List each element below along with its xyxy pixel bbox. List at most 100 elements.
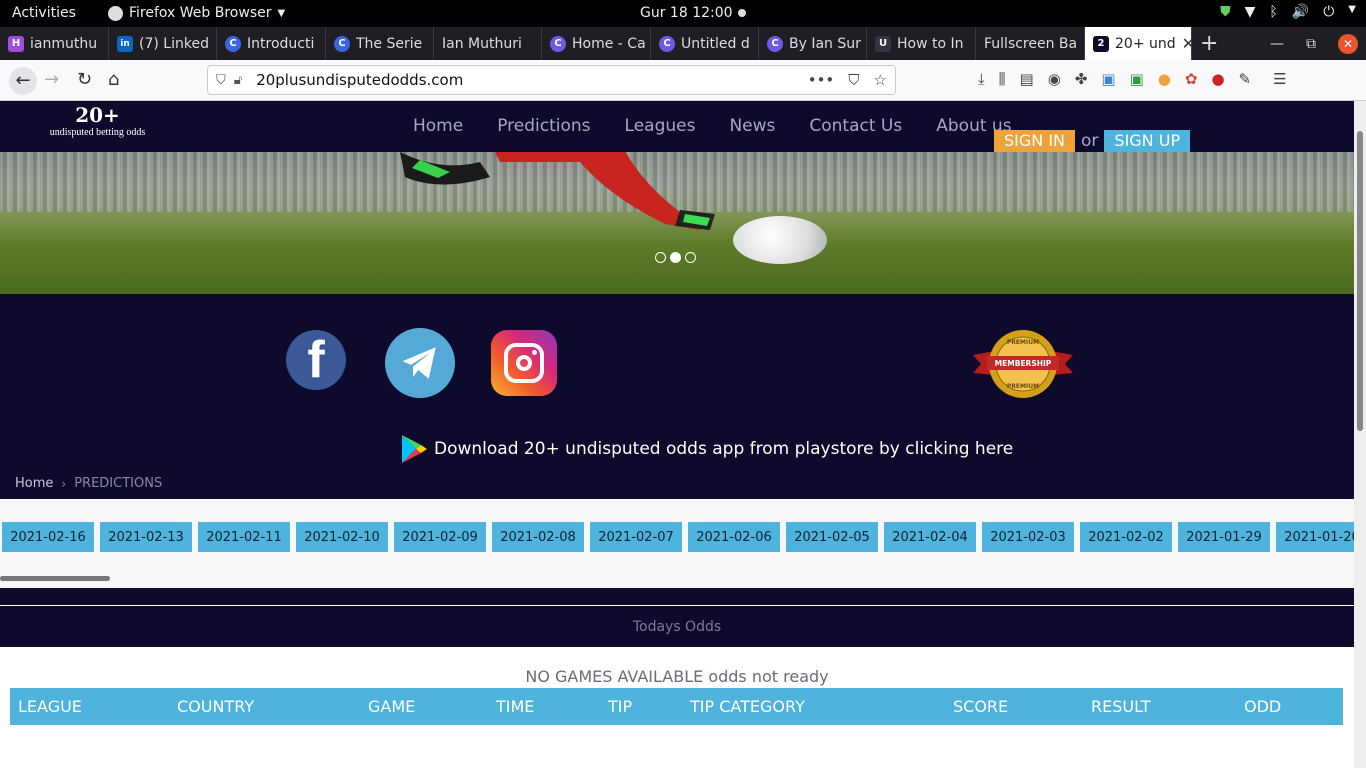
menu-contact-us[interactable]: Contact Us [809, 116, 902, 136]
sidebar-icon[interactable]: ▤ [1020, 70, 1034, 88]
column-header-league: LEAGUE [18, 697, 82, 716]
column-header-time: TIME [496, 697, 535, 716]
menu-leagues[interactable]: Leagues [625, 116, 696, 136]
playstore-download-link[interactable]: Download 20+ undisputed odds app from pl… [400, 434, 1013, 464]
forward-button[interactable]: → [44, 69, 59, 90]
screenshot-icon[interactable]: ▣ [1101, 70, 1115, 88]
tab[interactable]: in (7) Linked [109, 27, 217, 60]
activities-button[interactable]: Activities [12, 5, 76, 21]
extension-icon[interactable]: ● [1158, 70, 1171, 88]
tab[interactable]: C Home - Ca [542, 27, 651, 60]
column-header-tip-category: TIP CATEGORY [690, 697, 805, 716]
shield-icon[interactable]: ⛉ [216, 73, 226, 88]
account-icon[interactable]: ◉ [1048, 70, 1061, 88]
date-button[interactable]: 2021-01-29 [1178, 522, 1270, 552]
clock[interactable]: Gur 18 12:00 [640, 5, 733, 21]
date-button[interactable]: 2021-02-08 [492, 522, 584, 552]
shield-icon[interactable]: ⛊ [1220, 4, 1231, 20]
downloads-icon[interactable]: ⤓ [978, 70, 985, 88]
tab[interactable]: H ianmuthu [0, 27, 109, 60]
close-tab-icon[interactable]: ✕ [1182, 34, 1191, 53]
wifi-icon[interactable]: ▼ [1245, 4, 1256, 20]
date-button[interactable]: 2021-02-02 [1080, 522, 1172, 552]
facebook-icon[interactable]: f [286, 330, 346, 390]
scrollbar-thumb[interactable] [1357, 131, 1363, 431]
football-image [733, 216, 827, 264]
bluetooth-icon[interactable]: ᛒ [1269, 4, 1277, 20]
extension-icon[interactable]: ✤ [1075, 70, 1088, 88]
web-page: 20+ undisputed betting odds Home Predict… [0, 101, 1354, 768]
telegram-icon[interactable] [385, 328, 455, 398]
home-button[interactable]: ⌂ [108, 69, 119, 90]
menu-news[interactable]: News [729, 116, 775, 136]
tab-favicon-icon: C [334, 35, 350, 52]
sign-in-button[interactable]: SIGN IN [994, 130, 1076, 152]
bookmark-star-icon[interactable]: ☆ [874, 71, 887, 89]
extension-icon[interactable]: ✿ [1185, 70, 1198, 88]
date-button[interactable]: 2021-02-05 [786, 522, 878, 552]
badge-main-text: MEMBERSHIP [995, 359, 1052, 368]
maximize-icon[interactable]: ⧉ [1306, 36, 1316, 52]
carousel-dot[interactable] [655, 252, 666, 263]
extension-icon[interactable]: ● [1211, 70, 1224, 88]
library-icon[interactable]: ⫼ [999, 70, 1006, 88]
date-button[interactable]: 2021-02-07 [590, 522, 682, 552]
tab-favicon-icon: C [767, 35, 783, 52]
menu-predictions[interactable]: Predictions [497, 116, 590, 136]
instagram-icon[interactable] [491, 330, 557, 396]
menu-home[interactable]: Home [413, 116, 463, 136]
date-button[interactable]: 2021-02-03 [982, 522, 1074, 552]
app-menu[interactable]: Firefox Web Browser ▼ [108, 5, 285, 21]
date-button[interactable]: 2021-01-20 [1276, 522, 1354, 552]
menu-icon[interactable]: ☰ [1273, 70, 1286, 88]
column-header-game: GAME [368, 697, 416, 716]
sign-up-button[interactable]: SIGN UP [1104, 130, 1191, 152]
date-button[interactable]: 2021-02-11 [198, 522, 290, 552]
date-button[interactable]: 2021-02-10 [296, 522, 388, 552]
tab[interactable]: C The Serie [326, 27, 434, 60]
vertical-scrollbar[interactable] [1354, 101, 1366, 768]
date-button[interactable]: 2021-02-13 [100, 522, 192, 552]
site-logo[interactable]: 20+ undisputed betting odds [45, 103, 150, 147]
volume-icon[interactable]: 🔊 [1292, 4, 1309, 20]
close-window-icon[interactable]: ✕ [1338, 33, 1358, 54]
premium-membership-badge[interactable]: PREMIUM MEMBERSHIP PREMIUM [973, 329, 1073, 399]
chevron-right-icon: › [61, 476, 67, 491]
reload-button[interactable]: ↻ [77, 69, 92, 90]
carousel-dot[interactable] [685, 252, 696, 263]
date-button[interactable]: 2021-02-04 [884, 522, 976, 552]
new-tab-button[interactable]: + [1200, 31, 1218, 56]
insecure-lock-icon[interactable]: 🔓︎ [234, 73, 242, 88]
page-actions-icon[interactable]: ••• [808, 71, 835, 89]
tab[interactable]: Fullscreen Ba [976, 27, 1085, 60]
tab[interactable]: C By Ian Sur [759, 27, 867, 60]
extension-icon[interactable]: ▣ [1130, 70, 1144, 88]
url-text[interactable]: 20plusundisputedodds.com [256, 71, 463, 89]
carousel-dot-active[interactable] [670, 252, 681, 263]
back-button[interactable]: ← [9, 67, 37, 95]
power-icon[interactable]: ⏻ [1323, 4, 1334, 20]
tab-bar: H ianmuthu in (7) Linked C Introducti C … [0, 27, 1366, 60]
tab-title: ianmuthu [30, 35, 98, 52]
tab-favicon-icon: H [8, 35, 24, 52]
logo-tagline: undisputed betting odds [49, 127, 146, 138]
date-button[interactable]: 2021-02-09 [394, 522, 486, 552]
tab[interactable]: C Untitled d [651, 27, 759, 60]
system-tray[interactable]: ⛊ ▼ ᛒ 🔊 ⏻ ▼ [1220, 4, 1356, 20]
breadcrumb-current: PREDICTIONS [74, 476, 163, 491]
breadcrumb-home[interactable]: Home [15, 476, 53, 491]
tab-active[interactable]: 2 20+ und ✕ [1085, 27, 1192, 60]
url-bar[interactable]: ⛉ 🔓︎ 20plusundisputedodds.com ••• ⛉ ☆ [207, 65, 896, 95]
minimize-icon[interactable]: — [1270, 36, 1284, 52]
chevron-down-icon[interactable]: ▼ [1348, 4, 1356, 20]
tab[interactable]: C Introducti [217, 27, 326, 60]
tab[interactable]: U How to In [867, 27, 976, 60]
horizontal-scrollbar[interactable] [0, 576, 110, 581]
app-menu-label: Firefox Web Browser [129, 5, 272, 21]
system-top-bar: Activities Firefox Web Browser ▼ Gur 18 … [0, 0, 1366, 27]
color-picker-icon[interactable]: ✎ [1239, 70, 1252, 88]
date-button[interactable]: 2021-02-06 [688, 522, 780, 552]
pocket-icon[interactable]: ⛉ [848, 71, 859, 89]
tab[interactable]: Ian Muthuri [434, 27, 542, 60]
date-button[interactable]: 2021-02-16 [2, 522, 94, 552]
